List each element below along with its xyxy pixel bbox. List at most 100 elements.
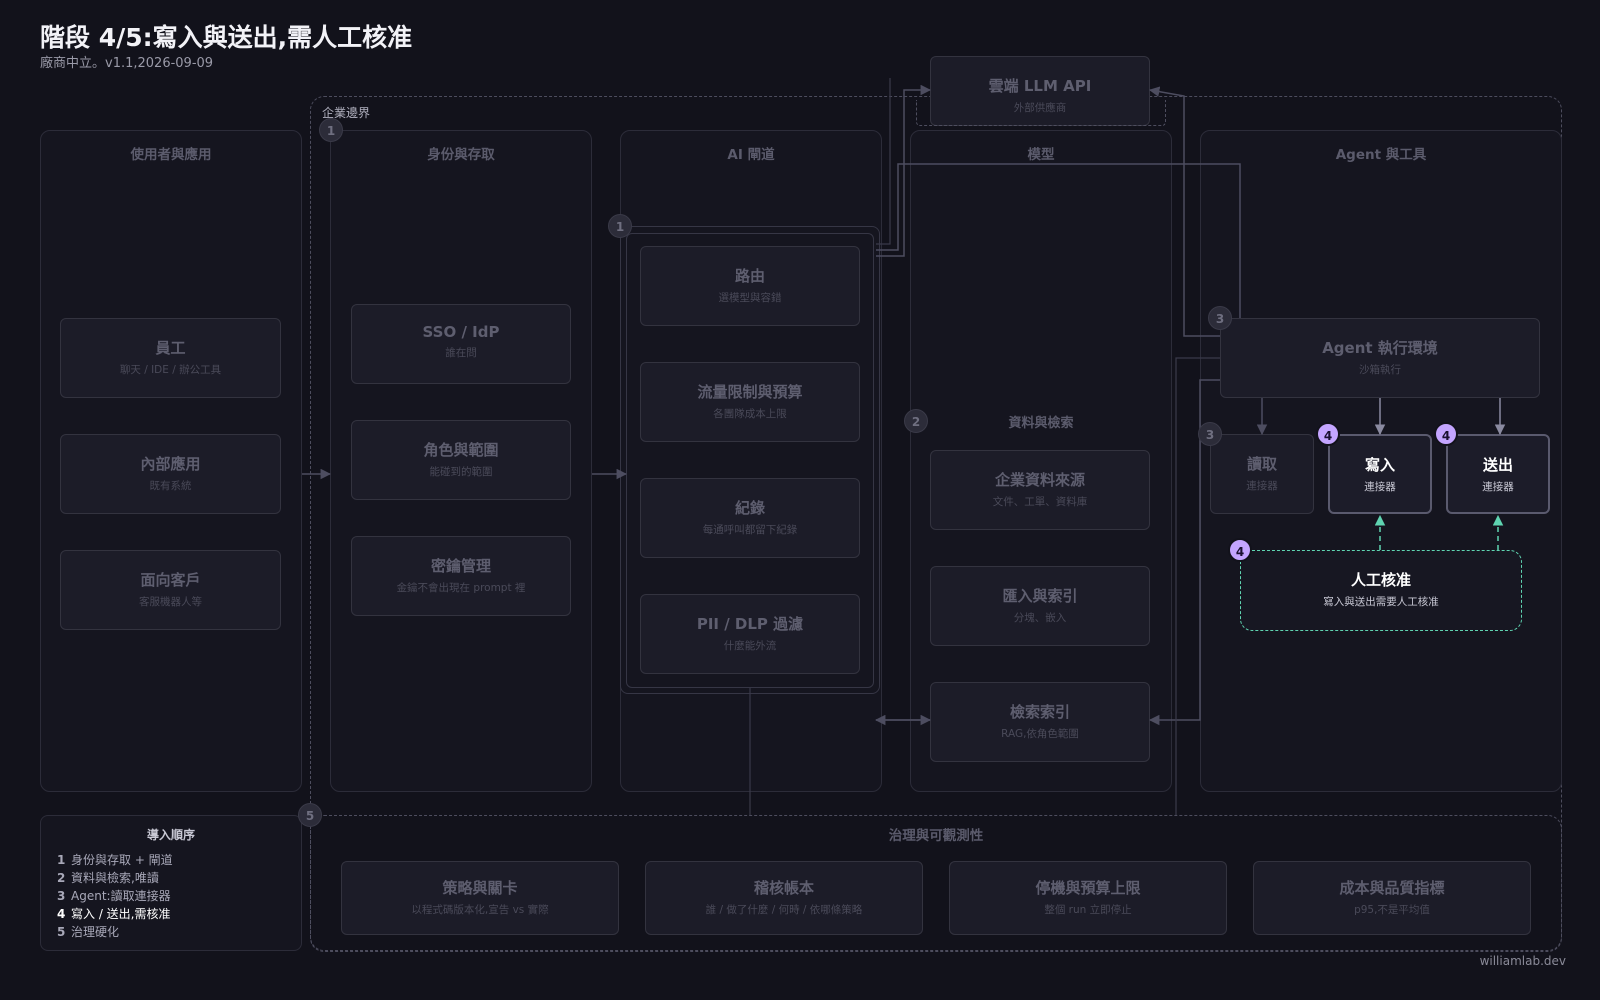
identity-roles-box: 角色與範圍 能碰到的範圍	[351, 420, 571, 500]
legend-item-number: 2	[57, 871, 66, 885]
legend-item-1: 1 身份與存取 + 閘道	[57, 851, 301, 867]
cloud-dashed-outline	[916, 100, 1166, 126]
legend-item-label: 寫入 / 送出,需核准	[71, 907, 171, 921]
identity-roles-subtitle: 能碰到的範圍	[429, 466, 493, 478]
governance-audit-subtitle: 誰 / 做了什麼 / 何時 / 依哪條策略	[705, 904, 863, 916]
human-approval-box: 人工核准 寫入與送出需要人工核准	[1240, 550, 1522, 631]
gateway-ratelimit-title: 流量限制與預算	[697, 383, 803, 401]
identity-sso-subtitle: 誰在問	[445, 347, 477, 359]
stage-badge-1-gateway: 1	[608, 214, 632, 238]
send-connector-subtitle: 連接器	[1482, 481, 1514, 493]
governance-killswitch-subtitle: 整個 run 立即停止	[1044, 904, 1132, 916]
legend-item-number: 3	[57, 889, 66, 903]
cloud-llm-api-title: 雲端 LLM API	[988, 77, 1092, 95]
agent-runtime-box: Agent 執行環境 沙箱執行	[1220, 318, 1540, 398]
governance-killswitch-box: 停機與預算上限 整個 run 立即停止	[949, 861, 1227, 935]
user-internal-app-box: 內部應用 既有系統	[60, 434, 281, 514]
legend-item-label: 治理硬化	[71, 925, 120, 939]
identity-secrets-subtitle: 金鑰不會出現在 prompt 裡	[396, 582, 526, 594]
ingest-index-subtitle: 分塊、嵌入	[1013, 612, 1067, 624]
governance-metrics-title: 成本與品質指標	[1339, 879, 1445, 897]
gateway-ratelimit-box: 流量限制與預算 各團隊成本上限	[640, 362, 860, 442]
data-sources-title: 企業資料來源	[994, 471, 1085, 489]
gateway-dlp-title: PII / DLP 過濾	[696, 615, 804, 633]
stage-badge-3-read: 3	[1198, 422, 1222, 446]
read-connector-subtitle: 連接器	[1246, 480, 1278, 492]
identity-sso-box: SSO / IdP 誰在問	[351, 304, 571, 384]
stage-badge-4-write: 4	[1316, 422, 1340, 446]
governance-metrics-subtitle: p95,不是平均值	[1354, 904, 1430, 916]
identity-sso-title: SSO / IdP	[422, 323, 500, 341]
gateway-dlp-subtitle: 什麼能外流	[723, 640, 777, 652]
legend-item-5: 5 治理硬化	[57, 923, 301, 939]
legend-item-2: 2 資料與檢索,唯讀	[57, 869, 301, 885]
stage-badge-1-identity: 1	[319, 118, 343, 142]
governance-audit-box: 稽核帳本 誰 / 做了什麼 / 何時 / 依哪條策略	[645, 861, 923, 935]
lane-users-title: 使用者與應用	[130, 147, 212, 163]
send-connector-box: 送出 連接器	[1446, 434, 1550, 514]
legend-item-number: 5	[57, 925, 66, 939]
user-employee-subtitle: 聊天 / IDE / 辦公工具	[119, 364, 222, 376]
user-customer-subtitle: 客服機器人等	[139, 596, 202, 608]
legend-item-label: Agent:讀取連接器	[71, 889, 171, 903]
governance-policy-box: 策略與關卡 以程式碼版本化,宣告 vs 實際	[341, 861, 619, 935]
write-connector-subtitle: 連接器	[1364, 481, 1396, 493]
gateway-routing-subtitle: 選模型與容錯	[718, 292, 782, 304]
footer-credit: williamlab.dev	[1479, 954, 1566, 968]
governance-metrics-box: 成本與品質指標 p95,不是平均值	[1253, 861, 1531, 935]
governance-title: 治理與可觀測性	[888, 828, 984, 844]
user-customer-box: 面向客戶 客服機器人等	[60, 550, 281, 630]
ingest-index-title: 匯入與索引	[1002, 587, 1078, 605]
human-approval-subtitle: 寫入與送出需要人工核准	[1323, 596, 1439, 608]
lane-identity-title: 身份與存取	[427, 147, 495, 163]
page-title: 階段 4/5:寫入與送出,需人工核准	[40, 23, 413, 52]
gateway-routing-box: 路由 選模型與容錯	[640, 246, 860, 326]
user-employee-title: 員工	[155, 339, 186, 357]
stage-badge-5-governance: 5	[298, 803, 322, 827]
data-sources-box: 企業資料來源 文件、工單、資料庫	[930, 450, 1150, 530]
identity-secrets-box: 密鑰管理 金鑰不會出現在 prompt 裡	[351, 536, 571, 616]
legend-item-4-current: 4 寫入 / 送出,需核准	[57, 905, 301, 921]
governance-policy-title: 策略與關卡	[442, 879, 518, 897]
legend-item-number: 1	[57, 853, 66, 867]
governance-killswitch-title: 停機與預算上限	[1035, 879, 1141, 897]
gateway-logging-subtitle: 每通呼叫都留下紀錄	[702, 524, 798, 536]
retrieval-index-box: 檢索索引 RAG,依角色範圍	[930, 682, 1150, 762]
lane-models-title: 模型	[1027, 147, 1055, 163]
page-subtitle: 廠商中立。v1.1,2026-09-09	[40, 56, 214, 71]
lane-agent-title: Agent 與工具	[1335, 147, 1427, 163]
governance-audit-title: 稽核帳本	[753, 879, 814, 897]
rollout-legend: 導入順序 1 身份與存取 + 閘道 2 資料與檢索,唯讀 3 Agent:讀取連接器 …	[40, 815, 302, 951]
read-connector-title: 讀取	[1246, 455, 1277, 473]
gateway-logging-title: 紀錄	[734, 499, 765, 517]
legend-item-label: 資料與檢索,唯讀	[71, 871, 159, 885]
retrieval-index-title: 檢索索引	[1009, 703, 1070, 721]
stage-badge-2-data: 2	[904, 409, 928, 433]
user-customer-title: 面向客戶	[140, 571, 201, 589]
write-connector-box: 寫入 連接器	[1328, 434, 1432, 514]
user-employee-box: 員工 聊天 / IDE / 辦公工具	[60, 318, 281, 398]
stage-badge-3-runtime: 3	[1208, 306, 1232, 330]
data-sources-subtitle: 文件、工單、資料庫	[992, 496, 1088, 508]
ingest-index-box: 匯入與索引 分塊、嵌入	[930, 566, 1150, 646]
gateway-ratelimit-subtitle: 各團隊成本上限	[713, 408, 787, 420]
user-internal-app-title: 內部應用	[140, 455, 201, 473]
identity-secrets-title: 密鑰管理	[430, 557, 491, 575]
governance-policy-subtitle: 以程式碼版本化,宣告 vs 實際	[411, 904, 549, 916]
agent-runtime-subtitle: 沙箱執行	[1359, 364, 1401, 376]
legend-item-number: 4	[57, 907, 66, 921]
stage-badge-4-send: 4	[1434, 422, 1458, 446]
data-retrieval-section-title: 資料與檢索	[1008, 416, 1074, 431]
gateway-logging-box: 紀錄 每通呼叫都留下紀錄	[640, 478, 860, 558]
send-connector-title: 送出	[1482, 456, 1513, 474]
legend-title: 導入順序	[146, 828, 195, 842]
lane-gateway-title: AI 閘道	[727, 147, 775, 163]
gateway-dlp-box: PII / DLP 過濾 什麼能外流	[640, 594, 860, 674]
agent-runtime-title: Agent 執行環境	[1322, 339, 1438, 357]
write-connector-title: 寫入	[1364, 456, 1395, 474]
human-approval-title: 人工核准	[1350, 571, 1411, 589]
retrieval-index-subtitle: RAG,依角色範圍	[1001, 728, 1079, 740]
user-internal-app-subtitle: 既有系統	[149, 480, 192, 492]
gateway-routing-title: 路由	[734, 267, 765, 285]
stage-badge-4-approval: 4	[1228, 538, 1252, 562]
